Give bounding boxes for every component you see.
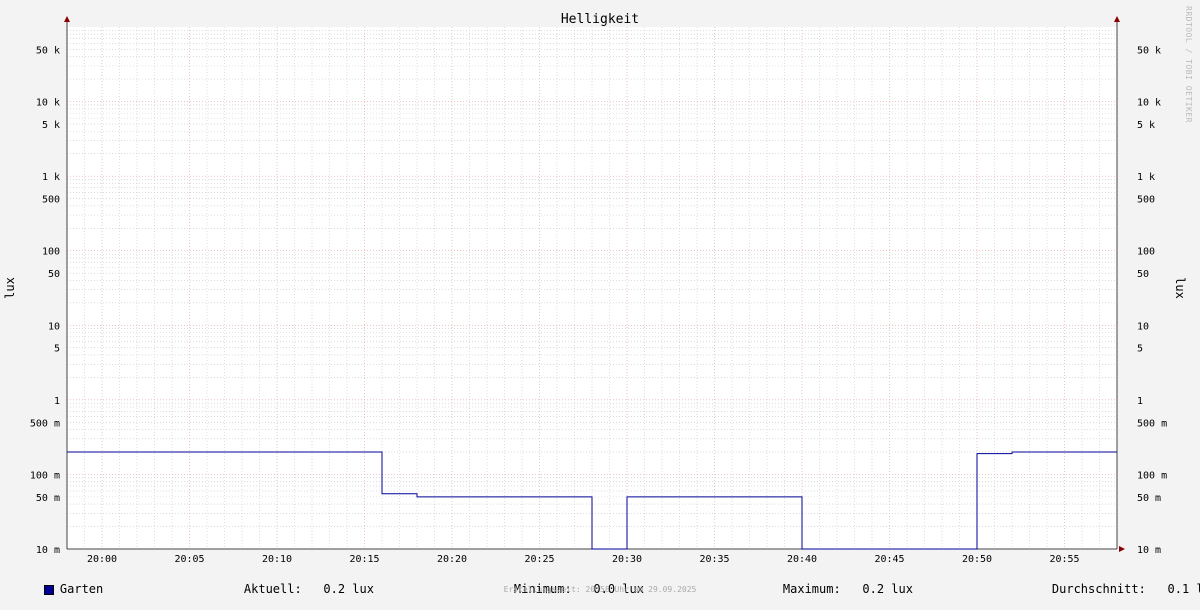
- x-tick-labels: 20:00 20:05 20:10 20:15 20:20 20:25 20:30 20:35…: [87, 554, 1080, 565]
- creation-time: Erstellungszeit: 20:58 Uhr am 29.09.2025: [503, 585, 697, 594]
- y-tick-label-right: 1: [1137, 396, 1143, 407]
- x-tick-label: 20:20: [437, 554, 467, 565]
- chart-svg: 50 k 50 k 10 k 10 k 5 k 5 k 1 k 1 k 500 500 100 100…: [0, 0, 1200, 600]
- y-tick-label-right: 100: [1137, 247, 1155, 258]
- y-tick-label-right: 100 m: [1137, 470, 1167, 481]
- y-tick-label-left: 50 m: [36, 493, 60, 504]
- y-tick-label-right: 5 k: [1137, 120, 1155, 131]
- y-tick-label-left: 1: [54, 396, 60, 407]
- y-tick-label-left: 500 m: [30, 418, 60, 429]
- y-tick-label-right: 10 m: [1137, 545, 1161, 556]
- y-tick-label-right: 1 k: [1137, 172, 1155, 183]
- x-tick-label: 20:35: [699, 554, 729, 565]
- y-tick-label-right: 500: [1137, 195, 1155, 206]
- watermark: RRDTOOL / TOBI OETIKER: [1184, 6, 1193, 123]
- y-axis-label-left: lux: [3, 277, 17, 299]
- x-tick-label: 20:10: [262, 554, 292, 565]
- y-tick-label-left: 100 m: [30, 470, 60, 481]
- y-tick-label-left: 5: [54, 344, 60, 355]
- chart-root: 50 k 50 k 10 k 10 k 5 k 5 k 1 k 1 k 500 500 100 100…: [0, 0, 1200, 600]
- y-tick-label-left: 10 k: [36, 98, 60, 109]
- y-tick-label-right: 10 k: [1137, 98, 1161, 109]
- y-tick-label-left: 50 k: [36, 45, 60, 56]
- y-tick-label-right: 50 k: [1137, 45, 1161, 56]
- x-tick-label: 20:00: [87, 554, 117, 565]
- y-tick-label-left: 50: [48, 269, 60, 280]
- y-tick-label-left: 5 k: [42, 120, 60, 131]
- x-tick-label: 20:55: [1049, 554, 1079, 565]
- y-tick-label-left: 10 m: [36, 545, 60, 556]
- y-tick-label-left: 100: [42, 247, 60, 258]
- y-tick-label-left: 1 k: [42, 172, 60, 183]
- y-tick-label-right: 10: [1137, 321, 1149, 332]
- x-axis-arrow: [1119, 546, 1125, 552]
- y-tick-label-left: 500: [42, 195, 60, 206]
- x-tick-label: 20:15: [349, 554, 379, 565]
- y-axis-label-right: lux: [1173, 277, 1187, 299]
- y-tick-label-right: 50: [1137, 269, 1149, 280]
- y-tick-label-right: 5: [1137, 344, 1143, 355]
- y-tick-label-right: 50 m: [1137, 493, 1161, 504]
- y-tick-label-right: 500 m: [1137, 418, 1167, 429]
- chart-title: Helligkeit: [561, 12, 639, 27]
- x-tick-label: 20:45: [874, 554, 904, 565]
- x-tick-label: 20:25: [524, 554, 554, 565]
- x-tick-label: 20:40: [787, 554, 817, 565]
- x-tick-label: 20:30: [612, 554, 642, 565]
- x-tick-label: 20:05: [174, 554, 204, 565]
- y-axis-arrow-left: [64, 16, 70, 22]
- y-tick-label-left: 10: [48, 321, 60, 332]
- x-tick-label: 20:50: [962, 554, 992, 565]
- y-axis-arrow-right: [1114, 16, 1120, 22]
